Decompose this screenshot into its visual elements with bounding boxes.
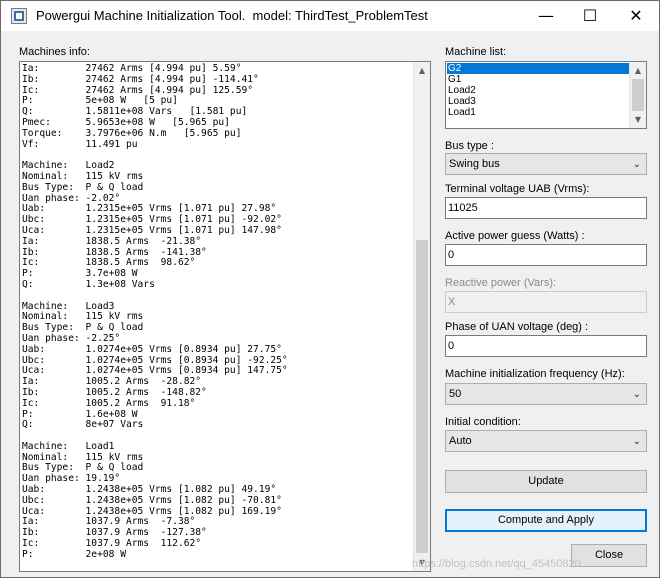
chevron-down-icon: ⌄: [632, 159, 641, 170]
background-desktop: [0, 578, 665, 582]
bus-type-value: Swing bus: [449, 158, 500, 170]
machine-list-item[interactable]: Load1: [447, 107, 630, 118]
scroll-thumb[interactable]: [632, 79, 644, 111]
scroll-up-arrow-icon[interactable]: ▲: [630, 62, 646, 79]
machines-info-line: Bus Type: P & Q load: [22, 181, 144, 193]
minimize-button[interactable]: —: [523, 1, 569, 31]
scroll-up-arrow-icon[interactable]: ▲: [414, 62, 430, 79]
window-title: Powergui Machine Initialization Tool. mo…: [36, 8, 428, 23]
initial-condition-label: Initial condition:: [445, 416, 521, 428]
app-icon: [11, 8, 27, 24]
machine-listbox[interactable]: G2 G1 Load2 Load3 Load1 ▲ ▼: [445, 61, 647, 129]
init-frequency-select[interactable]: 50 ⌄: [445, 383, 647, 405]
chevron-down-icon: ⌄: [632, 436, 641, 447]
machines-info-textbox[interactable]: Ia: 27462 Arms [4.994 pu] 5.59° Ib: 27462…: [19, 61, 431, 572]
machine-list-item[interactable]: G2: [447, 63, 630, 74]
machine-list-item[interactable]: Load3: [447, 96, 630, 107]
machines-info-line: Ia: 1838.5 Arms -21.38°: [22, 235, 202, 247]
machines-info-line: [22, 291, 414, 302]
machine-list-label: Machine list:: [445, 46, 507, 58]
scroll-thumb[interactable]: [416, 240, 428, 553]
scroll-down-arrow-icon[interactable]: ▼: [630, 111, 646, 128]
title-bar[interactable]: Powergui Machine Initialization Tool. mo…: [1, 1, 659, 31]
machine-initialization-dialog: Powergui Machine Initialization Tool. mo…: [0, 0, 660, 578]
bus-type-select[interactable]: Swing bus ⌄: [445, 153, 647, 175]
machines-info-line: Q: 1.3e+08 Vars: [22, 278, 155, 290]
terminal-voltage-label: Terminal voltage UAB (Vrms):: [445, 183, 590, 195]
machines-info-line: Vf: 11.491 pu: [22, 138, 138, 150]
reactive-power-label: Reactive power (Vars):: [445, 277, 557, 289]
machines-info-line: Ic: 1005.2 Arms 91.18°: [22, 397, 196, 409]
machines-info-label: Machines info:: [19, 46, 90, 58]
reactive-power-field: X: [445, 291, 647, 313]
active-power-field[interactable]: 0: [445, 244, 647, 266]
chevron-down-icon: ⌄: [632, 389, 641, 400]
phase-uan-label: Phase of UAN voltage (deg) :: [445, 321, 589, 333]
machines-info-line: Torque: 3.7976e+06 N.m [5.965 pu]: [22, 127, 242, 139]
initial-condition-value: Auto: [449, 435, 472, 447]
terminal-voltage-field[interactable]: 11025: [445, 197, 647, 219]
maximize-button[interactable]: ☐: [567, 1, 613, 31]
initial-condition-select[interactable]: Auto ⌄: [445, 430, 647, 452]
machines-info-line: P: 2e+08 W: [22, 548, 126, 560]
machine-list-scrollbar[interactable]: ▲ ▼: [629, 62, 646, 128]
machines-info-scrollbar[interactable]: ▲ ▼: [413, 62, 430, 571]
close-window-button[interactable]: ✕: [613, 1, 659, 31]
machine-list-item[interactable]: Load2: [447, 85, 630, 96]
compute-and-apply-button[interactable]: Compute and Apply: [445, 509, 647, 532]
machines-info-text: Ia: 27462 Arms [4.994 pu] 5.59° Ib: 27462…: [22, 63, 414, 561]
bus-type-label: Bus type :: [445, 140, 494, 152]
machines-info-line: Uab: 1.0274e+05 Vrms [0.8934 pu] 27.75°: [22, 343, 282, 355]
watermark-text: https://blog.csdn.net/qq_45450820: [412, 558, 581, 570]
machine-list-item[interactable]: G1: [447, 74, 630, 85]
machines-info-line: Q: 8e+07 Vars: [22, 419, 144, 431]
active-power-label: Active power guess (Watts) :: [445, 230, 585, 242]
close-button[interactable]: Close: [571, 544, 647, 567]
update-button[interactable]: Update: [445, 470, 647, 493]
machines-info-line: Ib: 27462 Arms [4.994 pu] -114.41°: [22, 73, 259, 85]
phase-uan-field[interactable]: 0: [445, 335, 647, 357]
init-frequency-label: Machine initialization frequency (Hz):: [445, 368, 625, 380]
init-frequency-value: 50: [449, 388, 462, 400]
